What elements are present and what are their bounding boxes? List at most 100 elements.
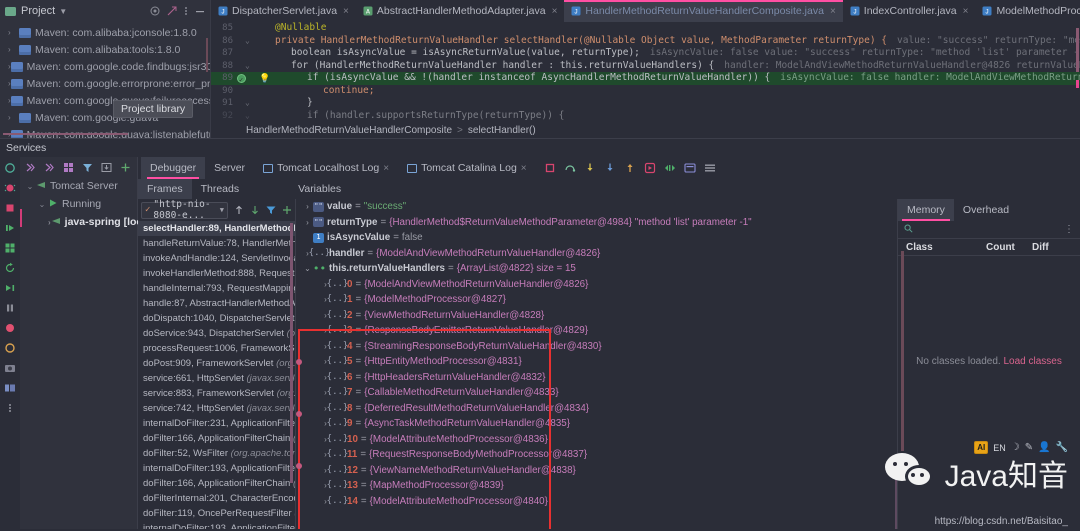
resume-icon[interactable] — [4, 221, 17, 234]
variables-panel[interactable]: › "" value = "success" › "" returnType = {Handler… — [296, 199, 897, 531]
load-classes-link[interactable]: Load classes — [1003, 356, 1061, 367]
code-line-current[interactable]: 89 💡 if (isAsyncValue && !(handler insta… — [211, 72, 1080, 86]
breakpoint-icon[interactable] — [4, 321, 17, 334]
frame-item[interactable]: internalDoFilter:193, ApplicationFilterC… — [138, 461, 295, 476]
collapse-arrow-icon[interactable]: ⌄ — [36, 200, 48, 209]
services-item-running[interactable]: ⌄ Running — [20, 195, 137, 213]
ai-badge[interactable]: AI — [974, 441, 989, 454]
tree-item[interactable]: › Maven: com.alibaba:jconsole:1.8.0 — [0, 24, 210, 41]
code-line[interactable]: 85 @Nullable — [211, 22, 1080, 35]
frame-item[interactable]: doFilter:166, ApplicationFilterChain (or… — [138, 476, 295, 491]
ime-moon-icon[interactable]: ☽ — [1011, 442, 1020, 453]
variable-row[interactable]: › {..} 5 = {HttpEntityMethodProcessor@4831} — [296, 354, 897, 370]
chevron-down-icon[interactable]: ▼ — [220, 206, 224, 214]
variable-row[interactable]: › {..} 11 = {RequestResponseBodyMethodProces… — [296, 447, 897, 463]
frame-item[interactable]: service:661, HttpServlet (javax.servlet.… — [138, 371, 295, 386]
code-line[interactable]: 86 ⌄ private HandlerMethodReturnValueHan… — [211, 35, 1080, 48]
variable-row[interactable]: › {..} 9 = {AsyncTaskMethodReturnValueHandle… — [296, 416, 897, 432]
camera-icon[interactable] — [4, 361, 17, 374]
breadcrumb-class[interactable]: HandlerMethodReturnValueHandlerComposite — [246, 125, 452, 136]
frame-item[interactable]: internalDoFilter:231, ApplicationFilterC… — [138, 416, 295, 431]
move-down-icon[interactable] — [249, 205, 260, 216]
frames-icon[interactable] — [684, 162, 696, 174]
variables-tree[interactable]: › "" value = "success" › "" returnType = {Handler… — [296, 199, 897, 509]
close-icon[interactable]: × — [830, 6, 836, 17]
frame-item[interactable]: doFilterInternal:201, CharacterEncoding — [138, 491, 295, 506]
editor-tab-indexcontroller[interactable]: J IndexController.java × — [843, 0, 976, 22]
project-scrollbar[interactable] — [206, 38, 208, 72]
frame-item[interactable]: doDispatch:1040, DispatcherServlet (org. — [138, 311, 295, 326]
close-icon[interactable]: × — [552, 6, 558, 17]
fold-marker-icon[interactable]: ⌄ — [245, 35, 250, 48]
force-step-into-icon[interactable] — [604, 162, 616, 174]
close-icon[interactable]: × — [383, 163, 389, 174]
services-item-tomcat-server[interactable]: ⌄ Tomcat Server — [20, 177, 137, 195]
more-options-icon[interactable]: ⋮ — [1064, 224, 1074, 235]
variable-row[interactable]: › {..} 1 = {ModelMethodProcessor@4827} — [296, 292, 897, 308]
more-options-icon[interactable] — [184, 6, 188, 16]
expand-arrow-icon[interactable]: › — [8, 45, 19, 54]
step-icon[interactable] — [4, 281, 17, 294]
frame-item[interactable]: service:742, HttpServlet (javax.servlet.… — [138, 401, 295, 416]
variable-row[interactable]: › "" value = "success" — [296, 199, 897, 215]
editor-tab-modelmethodprocessor[interactable]: J ModelMethodProcessor.java× — [975, 0, 1080, 22]
add-icon[interactable] — [281, 205, 292, 216]
code-line[interactable]: 87 boolean isAsyncValue = isAsyncReturnV… — [211, 47, 1080, 60]
variable-row[interactable]: › "" returnType = {HandlerMethod$ReturnValue… — [296, 215, 897, 231]
editor-tab-dispatcherservlet[interactable]: J DispatcherServlet.java × — [211, 0, 356, 22]
code-editor[interactable]: 85 @Nullable 86 ⌄ private HandlerMethodR… — [211, 22, 1080, 122]
stop-icon[interactable] — [544, 162, 556, 174]
collapse-all-icon[interactable] — [167, 6, 177, 16]
code-line[interactable]: 88 ⌄ for (HandlerMethodReturnValueHandle… — [211, 60, 1080, 73]
fold-marker-icon[interactable]: ⌄ — [245, 110, 250, 123]
subtab-frames[interactable]: Frames — [138, 179, 192, 199]
collapse-arrow-icon[interactable]: ⌄ — [24, 182, 36, 191]
restart-icon[interactable] — [4, 261, 17, 274]
breadcrumb[interactable]: HandlerMethodReturnValueHandlerComposite… — [211, 122, 1080, 138]
frame-item[interactable]: processRequest:1006, FrameworkServle — [138, 341, 295, 356]
export-icon[interactable] — [100, 161, 112, 173]
tab-server[interactable]: Server — [205, 157, 254, 179]
editor-tab-handlermethodreturnvaluehandlercomposite[interactable]: J HandlerMethodReturnValueHandlerComposi… — [564, 0, 844, 22]
variable-row[interactable]: › {..} 7 = {CallableMethodReturnValueHandler… — [296, 385, 897, 401]
tab-tomcat-catalina-log[interactable]: Tomcat Catalina Log × — [398, 157, 536, 179]
filter-icon[interactable] — [81, 161, 93, 173]
variable-row[interactable]: › {..} 6 = {HttpHeadersReturnValueHandler@48… — [296, 370, 897, 386]
language-indicator[interactable]: EN — [993, 443, 1006, 453]
filter-grid-icon[interactable] — [62, 161, 74, 173]
expand-arrow-icon[interactable]: › — [302, 215, 313, 231]
variable-row[interactable]: › {..} handler = {ModelAndViewMethodReturnVa… — [296, 246, 897, 262]
expand-arrow-icon[interactable]: › — [8, 113, 19, 122]
rerun-failed-icon[interactable] — [43, 161, 55, 173]
tab-memory[interactable]: Memory — [898, 199, 954, 221]
grid-icon[interactable] — [4, 241, 17, 254]
frame-item[interactable]: handleInternal:793, RequestMappingHa — [138, 281, 295, 296]
column-header-count[interactable]: Count — [986, 242, 1032, 253]
run-to-cursor-icon[interactable] — [644, 162, 656, 174]
rerun-icon[interactable] — [24, 161, 36, 173]
variable-row[interactable]: › {..} 8 = {DeferredResultMethodReturnValueH… — [296, 401, 897, 417]
stop-icon[interactable] — [4, 201, 17, 214]
tree-item[interactable]: ›Maven: com.google.errorprone:error_pron… — [0, 75, 210, 92]
variable-row[interactable]: › {..} 3 = {ResponseBodyEmitterReturnValueHa… — [296, 323, 897, 339]
project-tree[interactable]: › Maven: com.alibaba:jconsole:1.8.0 › Mave… — [0, 22, 210, 143]
move-up-icon[interactable] — [233, 205, 244, 216]
frame-item[interactable]: doFilter:166, ApplicationFilterChain (or… — [138, 431, 295, 446]
variable-row[interactable]: 1 isAsyncValue = false — [296, 230, 897, 246]
memory-scrollbar[interactable] — [901, 251, 904, 451]
variable-row[interactable]: › {..} 2 = {ViewMethodReturnValueHandler@482… — [296, 308, 897, 324]
close-icon[interactable]: × — [521, 163, 527, 174]
expand-arrow-icon[interactable]: › — [302, 199, 313, 215]
tab-overhead[interactable]: Overhead — [954, 199, 1018, 221]
user-icon[interactable]: 👤 — [1038, 442, 1050, 453]
editor-scrollbar[interactable] — [1076, 28, 1079, 72]
variable-row[interactable]: › {..} 14 = {ModelAttributeMethodProcessor@4… — [296, 494, 897, 510]
code-line[interactable]: 90 continue; — [211, 85, 1080, 98]
variable-row[interactable]: › {..} 10 = {ModelAttributeMethodProcessor@4… — [296, 432, 897, 448]
code-line[interactable]: 91 ⌄ } — [211, 97, 1080, 110]
editor-tab-abstracthandlermethodadapter[interactable]: A AbstractHandlerMethodAdapter.java × — [356, 0, 565, 22]
layout-icon[interactable] — [4, 381, 17, 394]
expand-arrow-icon[interactable]: › — [8, 28, 19, 37]
frame-item[interactable]: doPost:909, FrameworkServlet (org.spri — [138, 356, 295, 371]
variable-row[interactable]: › {..} 13 = {MapMethodProcessor@4839} — [296, 478, 897, 494]
